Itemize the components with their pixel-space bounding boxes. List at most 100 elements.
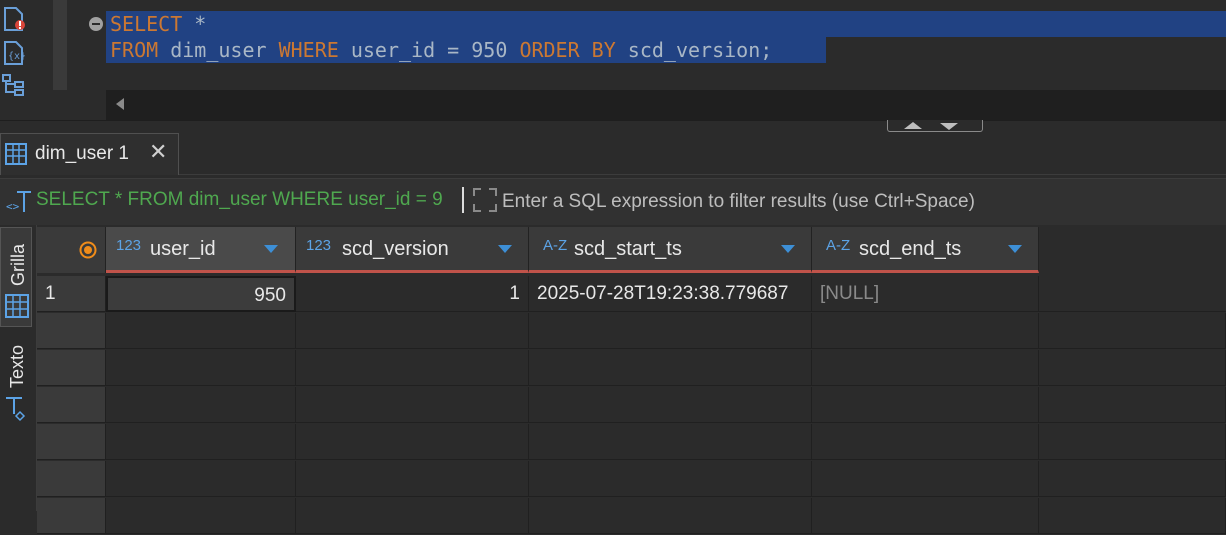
fold-collapse-icon[interactable] (89, 17, 103, 31)
cell-filler (1039, 276, 1226, 312)
cell-scd-version[interactable]: 1 (296, 276, 529, 312)
splitter-handle[interactable] (887, 120, 983, 132)
column-header-scd-start-ts[interactable]: A-Z scd_start_ts (529, 227, 812, 273)
empty-cell (1039, 387, 1226, 423)
cell-user-id[interactable]: 950 (106, 276, 296, 312)
empty-cell (296, 498, 529, 534)
sort-dropdown-icon[interactable] (1008, 245, 1022, 253)
column-header-label: scd_start_ts (574, 238, 682, 260)
header-filler (1039, 227, 1226, 273)
empty-cell (812, 313, 1039, 349)
tab-text-view[interactable]: Texto (0, 334, 32, 430)
sort-dropdown-icon[interactable] (264, 245, 278, 253)
empty-cell (106, 350, 296, 386)
empty-cell (37, 313, 106, 349)
tab-grid-view[interactable]: Grilla (0, 227, 32, 327)
empty-cell (296, 387, 529, 423)
empty-cell (529, 424, 812, 460)
select-all-icon[interactable] (79, 241, 97, 263)
table-row[interactable]: 1 950 1 2025-07-28T19:23:38.779687 [NULL… (37, 276, 1226, 313)
keyword-select: SELECT (110, 12, 183, 36)
row-number[interactable]: 1 (37, 276, 106, 312)
string-type-icon: A-Z (543, 237, 568, 254)
column-header-scd-version[interactable]: 123 scd_version (296, 227, 529, 273)
keyword-where: WHERE (278, 38, 339, 62)
sort-dropdown-icon[interactable] (498, 245, 512, 253)
empty-cell (529, 461, 812, 497)
keyword-from: FROM (110, 38, 159, 62)
svg-text:<>: <> (6, 200, 20, 213)
empty-cell (37, 461, 106, 497)
empty-cell (296, 313, 529, 349)
empty-row (37, 313, 1226, 350)
scroll-left-arrow-icon[interactable] (116, 98, 124, 110)
empty-cell (37, 498, 106, 534)
code-order-column: scd_version; (615, 38, 773, 62)
empty-row (37, 387, 1226, 424)
selection-line-1 (106, 11, 1226, 37)
text-caret (462, 187, 464, 213)
empty-cell (812, 498, 1039, 534)
empty-row (37, 498, 1226, 535)
empty-cell (106, 461, 296, 497)
column-header-user-id[interactable]: 123 user_id (106, 227, 296, 273)
empty-cell (106, 498, 296, 534)
code-line-1: SELECT * (110, 11, 206, 37)
column-header-scd-end-ts[interactable]: A-Z scd_end_ts (812, 227, 1039, 273)
string-type-icon: A-Z (826, 237, 851, 254)
text-view-icon (4, 396, 28, 426)
sort-dropdown-icon[interactable] (781, 245, 795, 253)
empty-cell (106, 387, 296, 423)
empty-row (37, 461, 1226, 498)
empty-cell (37, 387, 106, 423)
code-table-name: dim_user (158, 38, 279, 62)
editor-horizontal-scrollbar[interactable] (106, 90, 1226, 120)
filter-input[interactable] (500, 186, 1204, 218)
filter-bar: <> SELECT * FROM dim_user WHERE user_id … (0, 178, 1226, 226)
empty-cell (1039, 313, 1226, 349)
text-view-label: Texto (7, 344, 27, 388)
empty-cell (529, 498, 812, 534)
empty-cell (1039, 350, 1226, 386)
empty-cell (812, 350, 1039, 386)
script-warning-icon[interactable] (1, 6, 27, 32)
empty-cell (106, 424, 296, 460)
grid-view-label: Grilla (8, 243, 28, 286)
empty-cell (1039, 461, 1226, 497)
empty-cell (296, 350, 529, 386)
maximize-up-icon[interactable] (904, 122, 922, 129)
sql-code[interactable]: SELECT * FROM dim_user WHERE user_id = 9… (106, 0, 1226, 90)
grid-corner-cell[interactable] (37, 227, 106, 273)
tab-label: dim_user 1 (35, 143, 129, 164)
empty-cell (812, 424, 1039, 460)
empty-cell (296, 424, 529, 460)
code-select-star: * (182, 12, 207, 36)
cell-scd-start-ts[interactable]: 2025-07-28T19:23:38.779687 (529, 276, 812, 312)
empty-cell (1039, 498, 1226, 534)
empty-cell (37, 424, 106, 460)
empty-cell (812, 387, 1039, 423)
empty-row (37, 350, 1226, 387)
empty-cell (1039, 424, 1226, 460)
code-line-2: FROM dim_user WHERE user_id = 950 ORDER … (110, 37, 772, 63)
outline-icon[interactable] (1, 72, 27, 98)
empty-row (37, 424, 1226, 461)
empty-cell (529, 350, 812, 386)
column-header-label: scd_version (342, 238, 449, 260)
empty-cell (37, 350, 106, 386)
empty-cell (106, 313, 296, 349)
grid-view-icon (5, 294, 29, 322)
active-query-text[interactable]: SELECT * FROM dim_user WHERE user_id = 9 (36, 189, 460, 211)
expand-icon[interactable] (472, 187, 498, 217)
column-header-label: user_id (150, 238, 216, 260)
minimize-down-icon[interactable] (940, 123, 958, 130)
variables-icon[interactable]: {x} (1, 40, 27, 66)
sql-query-icon[interactable]: <> (6, 188, 34, 218)
close-icon[interactable]: ✕ (149, 140, 167, 165)
numeric-type-icon: 123 (306, 237, 332, 254)
editor-left-rail: {x} (0, 0, 52, 122)
cell-scd-end-ts[interactable]: [NULL] (812, 276, 1039, 312)
tab-dim-user-1[interactable]: dim_user 1 ✕ (0, 133, 179, 175)
code-condition: user_id = 950 (338, 38, 520, 62)
empty-cell (529, 387, 812, 423)
